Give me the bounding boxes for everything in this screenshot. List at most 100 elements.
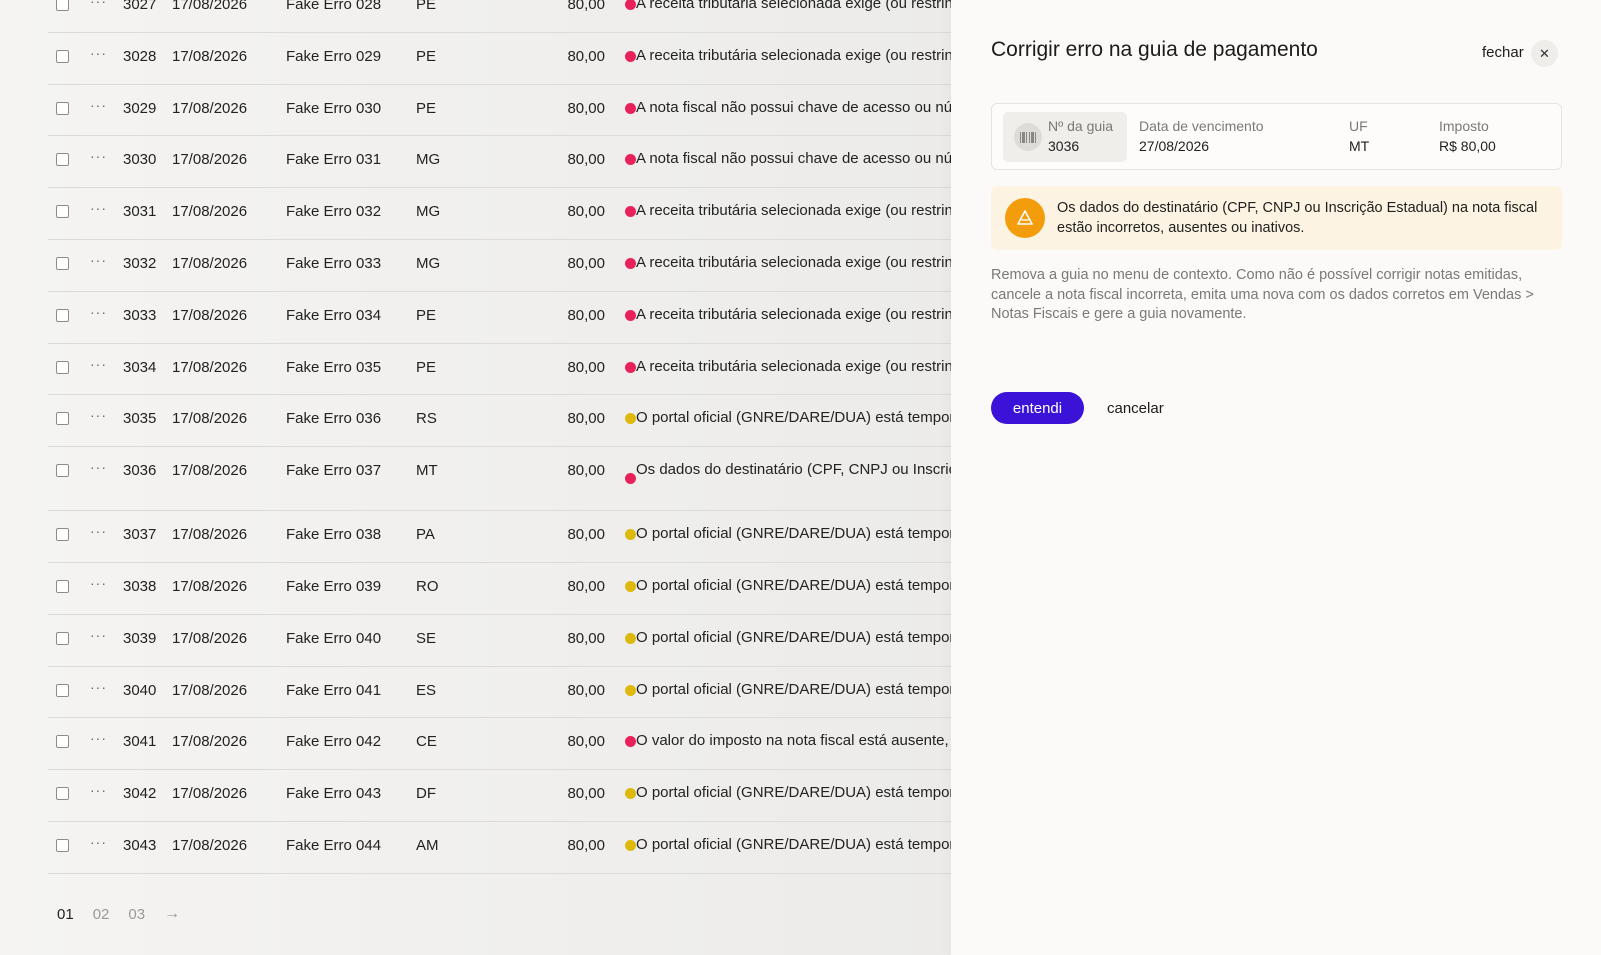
uf-value: MT xyxy=(1349,138,1370,154)
row-date: 17/08/2026 xyxy=(172,733,248,751)
row-error-message: A receita tributária selecionada exige (… xyxy=(636,0,951,12)
row-checkbox[interactable] xyxy=(56,153,69,167)
row-checkbox[interactable] xyxy=(56,101,69,115)
row-menu-icon[interactable]: ··· xyxy=(90,679,107,695)
row-menu-icon[interactable]: ··· xyxy=(90,97,107,113)
table-row[interactable]: ··· 3028 17/08/2026 Fake Erro 029 PE 80,00 A r… xyxy=(48,33,951,85)
row-menu-icon[interactable]: ··· xyxy=(90,0,107,9)
table-row[interactable]: ··· 3035 17/08/2026 Fake Erro 036 RS 80,00 O p… xyxy=(48,395,951,448)
row-checkbox[interactable] xyxy=(56,683,69,697)
row-menu-icon[interactable]: ··· xyxy=(90,627,107,643)
row-value: 80,00 xyxy=(567,47,605,65)
row-date: 17/08/2026 xyxy=(172,0,248,13)
row-name: Fake Erro 042 xyxy=(286,733,382,751)
row-error-message: A receita tributária selecionada exige (… xyxy=(636,305,951,323)
uf-label: UF xyxy=(1349,118,1368,134)
row-checkbox[interactable] xyxy=(56,735,69,749)
table-row[interactable]: ··· 3027 17/08/2026 Fake Erro 028 PE 80,00 A r… xyxy=(48,0,951,33)
row-id: 3035 xyxy=(123,410,157,428)
row-menu-icon[interactable]: ··· xyxy=(90,575,107,591)
table-row[interactable]: ··· 3036 17/08/2026 Fake Erro 037 MT 80,00 Os … xyxy=(48,447,951,512)
row-menu-icon[interactable]: ··· xyxy=(90,148,107,164)
panel-title: Corrigir erro na guia de pagamento xyxy=(991,38,1318,61)
row-value: 80,00 xyxy=(567,836,605,854)
status-dot-icon xyxy=(625,529,636,541)
close-icon[interactable]: ✕ xyxy=(1531,40,1558,67)
status-dot-icon xyxy=(625,580,636,592)
table-row[interactable]: ··· 3032 17/08/2026 Fake Erro 033 MG 80,00 A r… xyxy=(48,240,951,292)
understood-button[interactable]: entendi xyxy=(991,392,1084,424)
row-uf: PE xyxy=(416,0,437,13)
row-date: 17/08/2026 xyxy=(172,462,248,480)
page-03[interactable]: 03 xyxy=(128,906,145,923)
row-menu-icon[interactable]: ··· xyxy=(90,834,107,850)
fix-error-panel: Corrigir erro na guia de pagamento fecha… xyxy=(951,0,1601,955)
row-checkbox[interactable] xyxy=(56,360,69,374)
row-checkbox[interactable] xyxy=(56,631,69,645)
status-dot-icon xyxy=(625,413,636,425)
row-checkbox[interactable] xyxy=(56,0,69,11)
row-id: 3040 xyxy=(123,681,157,699)
table-row[interactable]: ··· 3034 17/08/2026 Fake Erro 035 PE 80,00 A r… xyxy=(48,344,951,396)
row-checkbox[interactable] xyxy=(56,412,69,426)
row-uf: MG xyxy=(416,203,441,221)
row-id: 3039 xyxy=(123,629,157,647)
row-value: 80,00 xyxy=(567,462,605,480)
page-01[interactable]: 01 xyxy=(57,906,74,923)
row-error-message: O portal oficial (GNRE/DARE/DUA) está te… xyxy=(636,409,951,427)
row-id: 3028 xyxy=(123,47,157,65)
row-date: 17/08/2026 xyxy=(172,99,248,117)
row-menu-icon[interactable]: ··· xyxy=(90,407,107,423)
row-menu-icon[interactable]: ··· xyxy=(90,730,107,746)
row-uf: AM xyxy=(416,836,439,854)
row-checkbox[interactable] xyxy=(56,838,69,852)
cancel-button[interactable]: cancelar xyxy=(1107,400,1164,417)
row-menu-icon[interactable]: ··· xyxy=(90,200,107,216)
row-checkbox[interactable] xyxy=(56,308,69,322)
table-row[interactable]: ··· 3030 17/08/2026 Fake Erro 031 MG 80,00 A n… xyxy=(48,136,951,189)
status-dot-icon xyxy=(625,102,636,114)
row-checkbox[interactable] xyxy=(56,464,69,478)
close-label[interactable]: fechar xyxy=(1482,44,1524,61)
row-menu-icon[interactable]: ··· xyxy=(90,45,107,61)
row-error-message: A nota fiscal não possui chave de acesso… xyxy=(636,150,951,168)
row-checkbox[interactable] xyxy=(56,787,69,801)
table-row[interactable]: ··· 3043 17/08/2026 Fake Erro 044 AM 80,00 O p… xyxy=(48,822,951,874)
table-row[interactable]: ··· 3039 17/08/2026 Fake Erro 040 SE 80,00 O p… xyxy=(48,615,951,667)
next-page-arrow-icon[interactable]: → xyxy=(164,905,180,923)
row-date: 17/08/2026 xyxy=(172,629,248,647)
row-name: Fake Erro 031 xyxy=(286,151,382,169)
row-menu-icon[interactable]: ··· xyxy=(90,356,107,372)
table-row[interactable]: ··· 3031 17/08/2026 Fake Erro 032 MG 80,00 A r… xyxy=(48,188,951,240)
page-02[interactable]: 02 xyxy=(93,906,110,923)
table-row[interactable]: ··· 3033 17/08/2026 Fake Erro 034 PE 80,00 A r… xyxy=(48,292,951,344)
row-checkbox[interactable] xyxy=(56,49,69,63)
row-menu-icon[interactable]: ··· xyxy=(90,252,107,268)
row-uf: DF xyxy=(416,785,436,803)
row-menu-icon[interactable]: ··· xyxy=(90,459,107,475)
table-row[interactable]: ··· 3041 17/08/2026 Fake Erro 042 CE 80,00 O v… xyxy=(48,718,951,771)
row-menu-icon[interactable]: ··· xyxy=(90,523,107,539)
row-menu-icon[interactable]: ··· xyxy=(90,782,107,798)
row-error-message: O portal oficial (GNRE/DARE/DUA) está te… xyxy=(636,576,951,594)
row-checkbox[interactable] xyxy=(56,528,69,542)
row-error-message: Os dados do destinatário (CPF, CNPJ ou I… xyxy=(636,461,951,479)
row-error-message: O portal oficial (GNRE/DARE/DUA) está te… xyxy=(636,628,951,646)
row-uf: ES xyxy=(416,681,437,699)
row-uf: PE xyxy=(416,99,437,117)
table-row[interactable]: ··· 3029 17/08/2026 Fake Erro 030 PE 80,00 A n… xyxy=(48,85,951,137)
table-row[interactable]: ··· 3040 17/08/2026 Fake Erro 041 ES 80,00 O p… xyxy=(48,667,951,719)
tax-value: R$ 80,00 xyxy=(1439,138,1496,154)
row-menu-icon[interactable]: ··· xyxy=(90,304,107,320)
table-row[interactable]: ··· 3042 17/08/2026 Fake Erro 043 DF 80,00 O p… xyxy=(48,770,951,822)
row-checkbox[interactable] xyxy=(56,205,69,219)
table-row[interactable]: ··· 3038 17/08/2026 Fake Erro 039 RO 80,00 O p… xyxy=(48,563,951,615)
table-row[interactable]: ··· 3037 17/08/2026 Fake Erro 038 PA 80,00 O p… xyxy=(48,511,951,563)
status-dot-icon xyxy=(625,839,636,851)
row-checkbox[interactable] xyxy=(56,579,69,593)
row-uf: SE xyxy=(416,629,437,647)
row-name: Fake Erro 039 xyxy=(286,577,382,595)
row-checkbox[interactable] xyxy=(56,256,69,270)
row-date: 17/08/2026 xyxy=(172,577,248,595)
row-id: 3036 xyxy=(123,462,157,480)
